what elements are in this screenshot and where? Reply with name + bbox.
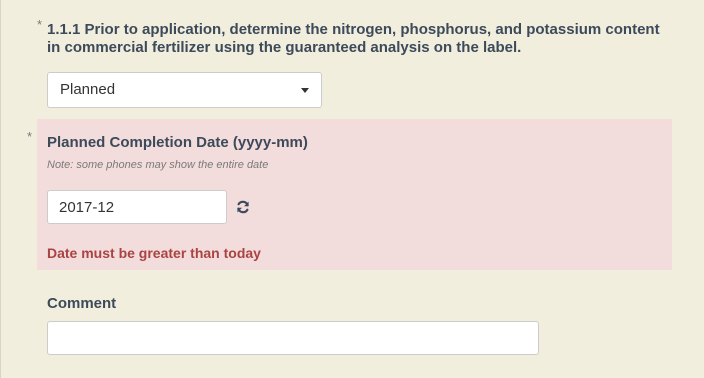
- comment-label: Comment: [47, 295, 117, 312]
- comment-input[interactable]: [47, 321, 539, 355]
- completion-date-required-marker: *: [27, 129, 33, 144]
- refresh-icon[interactable]: [236, 200, 250, 214]
- completion-date-label: Planned Completion Date (yyyy-mm): [47, 134, 308, 151]
- completion-date-note: Note: some phones may show the entire da…: [47, 159, 269, 171]
- completion-date-input[interactable]: [47, 190, 227, 224]
- question-required-marker: *: [37, 17, 43, 32]
- left-border: [0, 0, 1, 378]
- question-text: 1.1.1 Prior to application, determine th…: [47, 21, 660, 56]
- status-select[interactable]: Planned: [47, 72, 322, 108]
- status-select-value: Planned: [60, 81, 116, 98]
- completion-date-error: Date must be greater than today: [47, 245, 261, 261]
- chevron-down-icon: [301, 88, 309, 93]
